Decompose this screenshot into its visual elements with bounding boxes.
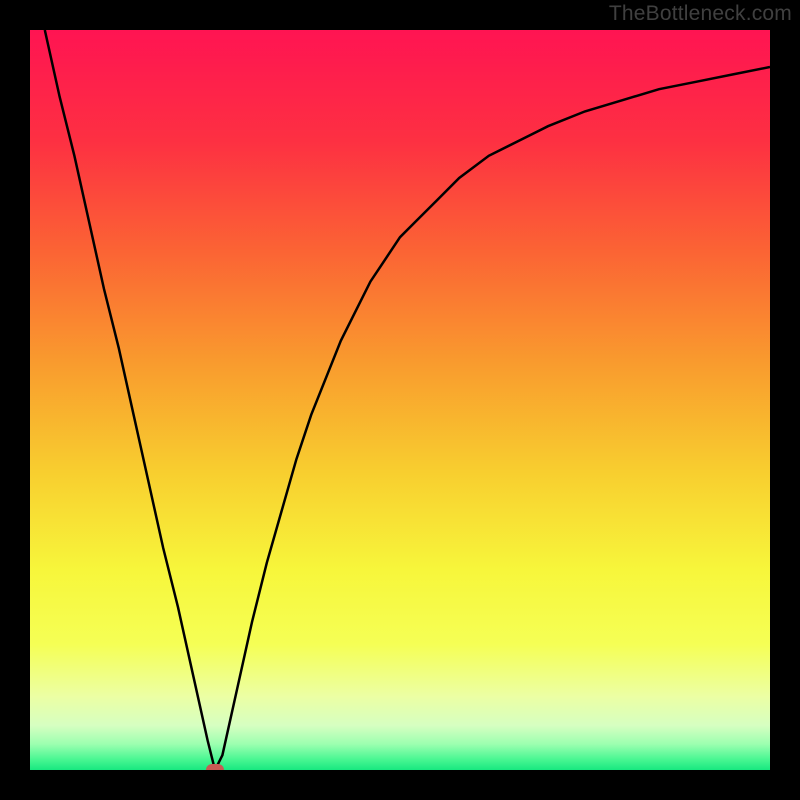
attribution-text: TheBottleneck.com (609, 2, 792, 26)
curve-path (45, 30, 770, 770)
plot-area (30, 30, 770, 770)
curve-layer (30, 30, 770, 770)
minimum-marker (206, 764, 224, 770)
chart-frame: TheBottleneck.com (0, 0, 800, 800)
